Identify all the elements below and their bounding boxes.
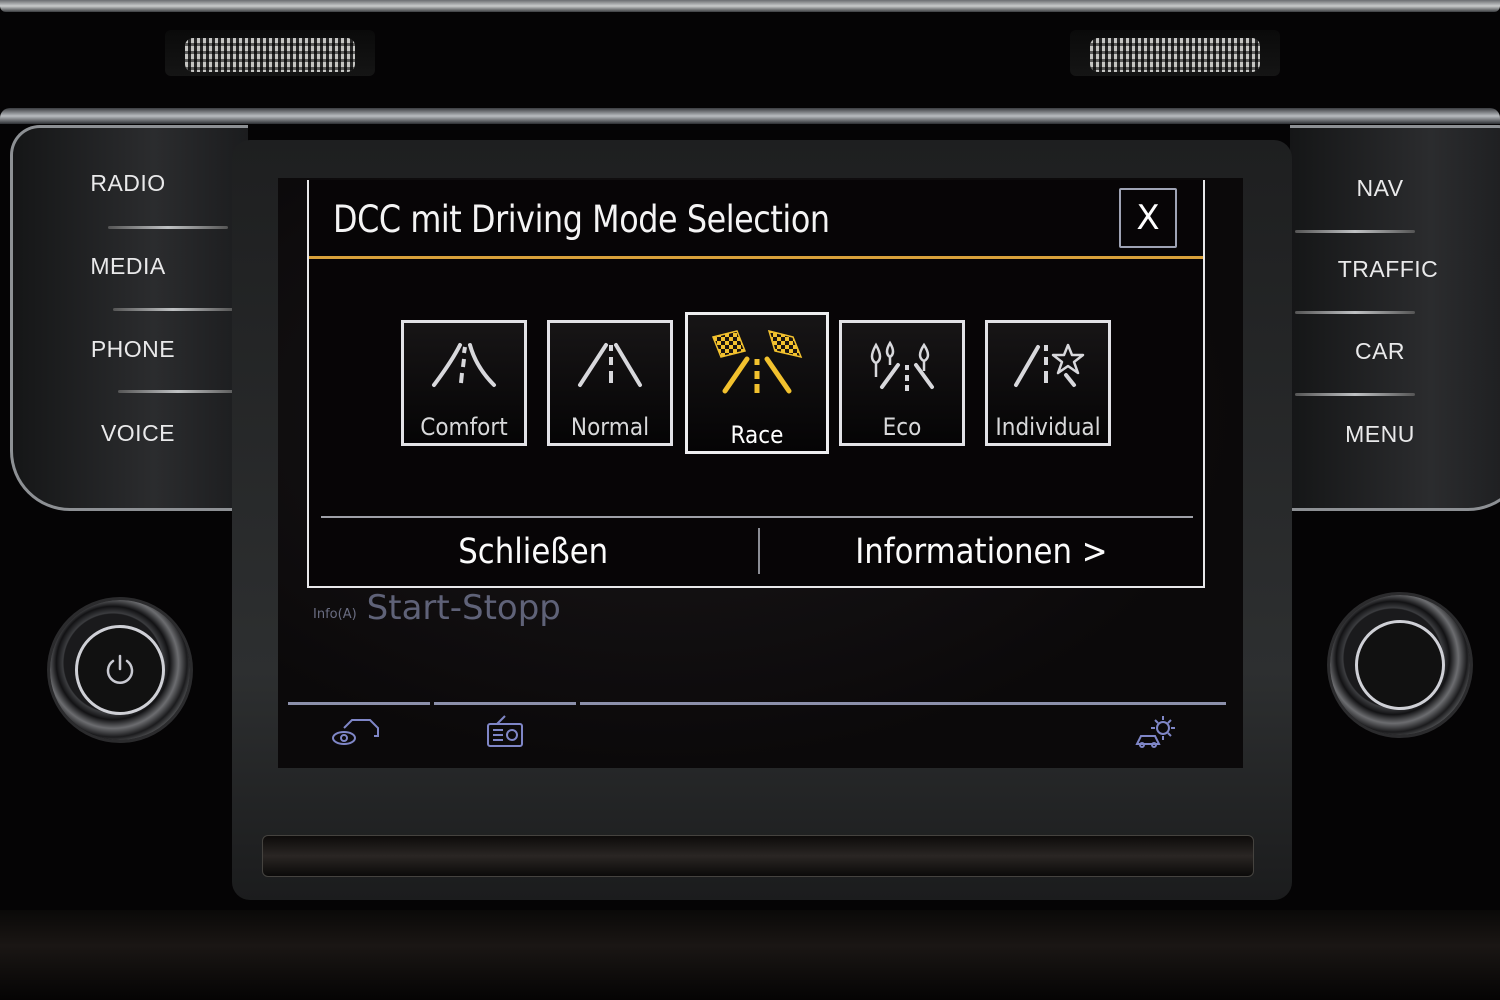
radio-icon [487,715,523,747]
start-stopp-status: Info(A) Start-Stopp [313,588,561,628]
start-stopp-label: Start-Stopp [366,588,561,628]
mode-label: Comfort [420,413,508,441]
car-settings-icon [1135,716,1175,748]
vent-grip-left[interactable] [185,38,355,72]
hw-button-voice[interactable]: VOICE [48,393,228,473]
informationen-button[interactable]: Informationen > [760,524,1203,580]
informationen-label: Informationen > [855,532,1108,572]
cd-slot[interactable] [262,835,1254,877]
mode-label: Normal [570,413,650,441]
vehicle-view-button[interactable] [330,714,384,754]
power-icon [106,654,134,684]
dashboard-trim-top [0,0,1500,12]
hw-button-menu[interactable]: MENU [1290,394,1470,474]
dashboard-trim-mid [0,108,1500,124]
tab-indicator [288,702,430,705]
mode-eco-button[interactable]: Eco [839,320,965,446]
button-divider [321,516,1193,518]
air-vent-right [1070,30,1280,76]
vehicle-view-icon [332,719,379,745]
power-button[interactable] [75,625,165,715]
hw-button-radio[interactable]: RADIO [38,143,218,223]
close-icon: X [1136,198,1160,238]
normal-road-icon [578,343,642,387]
dashboard-lower [0,910,1500,1000]
mode-individual-button[interactable]: Individual [985,320,1111,446]
info-auto-icon: Info(A) [313,607,357,622]
mode-label: Individual [995,413,1101,441]
tab-indicator [580,702,1226,705]
comfort-road-icon [432,343,496,387]
dialog-title: DCC mit Driving Mode Selection [333,198,830,241]
vent-grip-right[interactable] [1090,38,1260,72]
title-divider [309,256,1203,259]
tab-indicator [434,702,576,705]
hw-button-car[interactable]: CAR [1290,311,1470,391]
mode-normal-button[interactable]: Normal [547,320,673,446]
right-hardware-panel: NAV TRAFFIC CAR MENU [1290,125,1500,511]
air-vent-left [165,30,375,76]
close-button[interactable]: X [1119,188,1177,248]
tune-knob-center[interactable] [1355,620,1445,710]
car-settings-button[interactable] [1133,714,1179,754]
individual-star-icon [1014,343,1085,387]
mode-label: Race [730,421,784,449]
race-flags-icon [711,329,803,394]
schliessen-label: Schließen [458,532,609,572]
mode-label: Eco [882,413,922,441]
left-hardware-panel: RADIO MEDIA PHONE VOICE [10,125,248,511]
hw-button-media[interactable]: MEDIA [38,226,218,306]
hw-button-traffic[interactable]: TRAFFIC [1298,229,1478,309]
power-volume-knob[interactable] [50,600,190,740]
radio-button[interactable] [485,714,525,754]
mode-race-button[interactable]: Race [685,312,829,454]
schliessen-button[interactable]: Schließen [309,524,758,580]
hw-button-nav[interactable]: NAV [1290,148,1470,228]
tune-scroll-knob[interactable] [1330,595,1470,735]
hw-button-phone[interactable]: PHONE [43,309,223,389]
driving-mode-dialog: DCC mit Driving Mode Selection X Comfort… [307,180,1205,588]
eco-trees-icon [870,340,934,391]
mode-comfort-button[interactable]: Comfort [401,320,527,446]
